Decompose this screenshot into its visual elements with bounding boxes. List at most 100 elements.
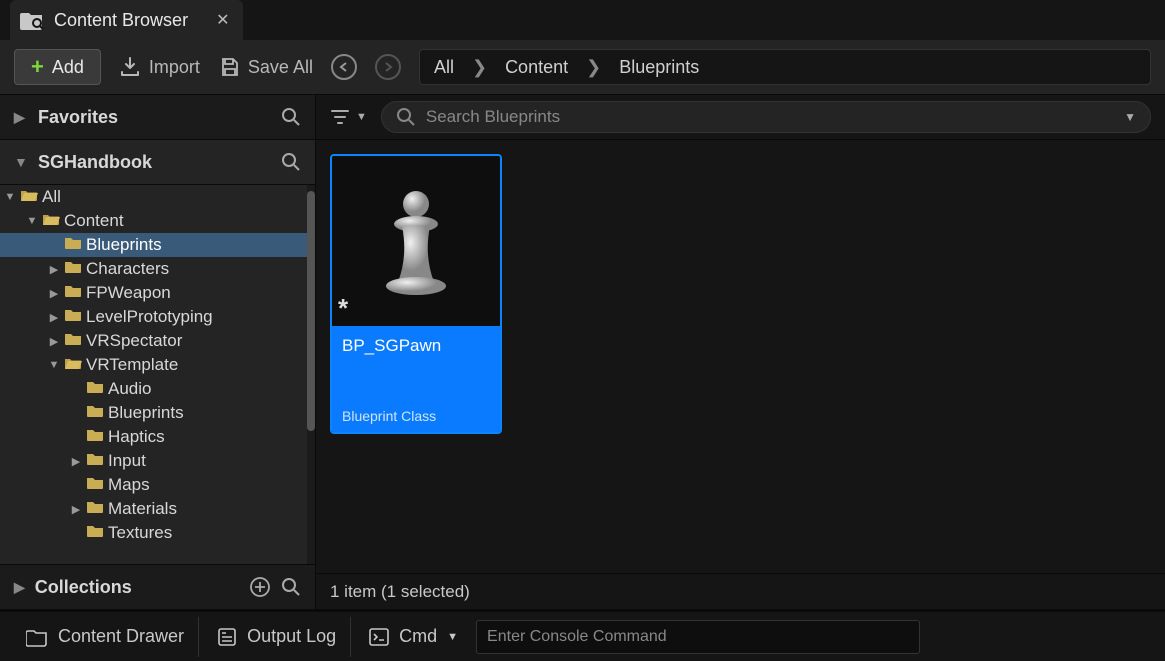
tree-label: Blueprints	[108, 403, 184, 423]
tree-row[interactable]: Blueprints	[0, 233, 307, 257]
cmd-button[interactable]: Cmd ▼	[355, 617, 472, 657]
content-toolbar: ▼ Search Blueprints ▼	[316, 95, 1165, 140]
search-icon[interactable]	[281, 152, 301, 172]
terminal-icon	[369, 628, 389, 646]
console-placeholder: Enter Console Command	[487, 628, 667, 646]
tree-arrow-icon[interactable]: ▶	[48, 311, 60, 324]
tree-label: Maps	[108, 475, 150, 495]
tree-row[interactable]: Haptics	[0, 425, 307, 449]
tree-row[interactable]: ▶ Characters	[0, 257, 307, 281]
folder-icon	[86, 523, 104, 543]
tree-row[interactable]: Textures	[0, 521, 307, 545]
tree-label: Materials	[108, 499, 177, 519]
tree-arrow-icon[interactable]: ▼	[26, 215, 38, 227]
tree-arrow-icon[interactable]: ▶	[70, 503, 82, 516]
tree-arrow-icon[interactable]: ▶	[48, 287, 60, 300]
tree-label: Blueprints	[86, 235, 162, 255]
tree-row[interactable]: ▶ FPWeapon	[0, 281, 307, 305]
pawn-icon	[376, 186, 456, 296]
asset-card-bp-sgpawn[interactable]: * BP_SGPawn Blueprint Class	[330, 154, 502, 434]
tree-label: VRTemplate	[86, 355, 178, 375]
content-panel: ▼ Search Blueprints ▼	[316, 95, 1165, 609]
asset-type: Blueprint Class	[342, 408, 490, 424]
tree-row[interactable]: ▼Content	[0, 209, 307, 233]
search-input[interactable]: Search Blueprints ▼	[381, 101, 1151, 133]
tree-arrow-icon[interactable]: ▶	[70, 455, 82, 468]
tree-row[interactable]: ▼All	[0, 185, 307, 209]
nav-back-button[interactable]	[331, 54, 357, 80]
chevron-down-icon: ▼	[14, 154, 28, 170]
tree-label: FPWeapon	[86, 283, 171, 303]
tree-label: Characters	[86, 259, 169, 279]
tab-title: Content Browser	[54, 10, 188, 31]
bottom-bar: Content Drawer Output Log Cmd ▼ Enter Co…	[0, 609, 1165, 661]
folder-icon	[64, 307, 82, 327]
log-icon	[217, 627, 237, 647]
tab-content-browser[interactable]: Content Browser ✕	[10, 0, 243, 40]
collections-label: Collections	[35, 577, 132, 598]
add-label: Add	[52, 57, 84, 78]
breadcrumb-item[interactable]: Blueprints	[619, 57, 699, 78]
chevron-down-icon: ▼	[447, 631, 458, 643]
folder-icon	[64, 259, 82, 279]
breadcrumb-item[interactable]: All	[434, 57, 454, 78]
content-drawer-label: Content Drawer	[58, 626, 184, 647]
cmd-label: Cmd	[399, 626, 437, 647]
tree-row[interactable]: Maps	[0, 473, 307, 497]
import-button[interactable]: Import	[119, 56, 200, 78]
tree-arrow-icon[interactable]: ▶	[48, 263, 60, 276]
search-icon[interactable]	[281, 577, 301, 597]
tree-label: Textures	[108, 523, 172, 543]
tree-row[interactable]: ▼ VRTemplate	[0, 353, 307, 377]
tree-row[interactable]: Audio	[0, 377, 307, 401]
close-icon[interactable]: ✕	[216, 10, 229, 30]
chevron-right-icon: ▶	[14, 579, 25, 596]
tree-row[interactable]: ▶ Materials	[0, 497, 307, 521]
asset-grid[interactable]: * BP_SGPawn Blueprint Class	[316, 140, 1165, 573]
folder-icon	[64, 355, 82, 375]
search-icon	[396, 107, 416, 127]
asset-thumbnail: *	[332, 156, 500, 326]
collections-section[interactable]: ▶ Collections	[0, 564, 315, 609]
add-collection-icon[interactable]	[249, 576, 271, 598]
folder-icon	[20, 187, 38, 207]
folder-tree: ▼All▼ContentBlueprints▶Characters▶FPWeap…	[0, 185, 315, 564]
asset-name: BP_SGPawn	[342, 336, 490, 356]
folder-icon	[86, 427, 104, 447]
filter-button[interactable]: ▼	[330, 108, 367, 126]
tree-arrow-icon[interactable]: ▼	[48, 359, 60, 371]
chevron-down-icon[interactable]: ▼	[1124, 110, 1136, 124]
folder-icon	[64, 331, 82, 351]
nav-forward-button[interactable]	[375, 54, 401, 80]
add-button[interactable]: + Add	[14, 49, 101, 85]
tree-row[interactable]: ▶VRSpectator	[0, 329, 307, 353]
tree-label: Haptics	[108, 427, 165, 447]
save-all-label: Save All	[248, 57, 313, 78]
folder-icon	[64, 235, 82, 255]
output-log-button[interactable]: Output Log	[203, 617, 351, 657]
favorites-section[interactable]: ▶ Favorites	[0, 95, 315, 140]
import-label: Import	[149, 57, 200, 78]
tree-row[interactable]: Blueprints	[0, 401, 307, 425]
content-drawer-button[interactable]: Content Drawer	[12, 617, 199, 657]
breadcrumb[interactable]: All ❯ Content ❯ Blueprints	[419, 49, 1151, 85]
toolbar: + Add Import Save All All ❯ Content ❯ Bl…	[0, 40, 1165, 95]
search-placeholder: Search Blueprints	[426, 107, 560, 127]
chevron-down-icon: ▼	[356, 111, 367, 123]
tree-row[interactable]: ▶ Input	[0, 449, 307, 473]
folder-icon	[86, 499, 104, 519]
save-all-button[interactable]: Save All	[218, 56, 313, 78]
tree-label: Input	[108, 451, 146, 471]
chevron-right-icon: ❯	[472, 57, 487, 78]
console-input[interactable]: Enter Console Command	[476, 620, 920, 654]
tab-bar: Content Browser ✕	[0, 0, 1165, 40]
folder-icon	[42, 211, 60, 231]
folder-icon	[86, 451, 104, 471]
project-section[interactable]: ▼ SGHandbook	[0, 140, 315, 185]
tree-arrow-icon[interactable]: ▼	[4, 191, 16, 203]
scrollbar[interactable]	[307, 191, 315, 431]
breadcrumb-item[interactable]: Content	[505, 57, 568, 78]
tree-arrow-icon[interactable]: ▶	[48, 335, 60, 348]
tree-row[interactable]: ▶LevelPrototyping	[0, 305, 307, 329]
search-icon[interactable]	[281, 107, 301, 127]
